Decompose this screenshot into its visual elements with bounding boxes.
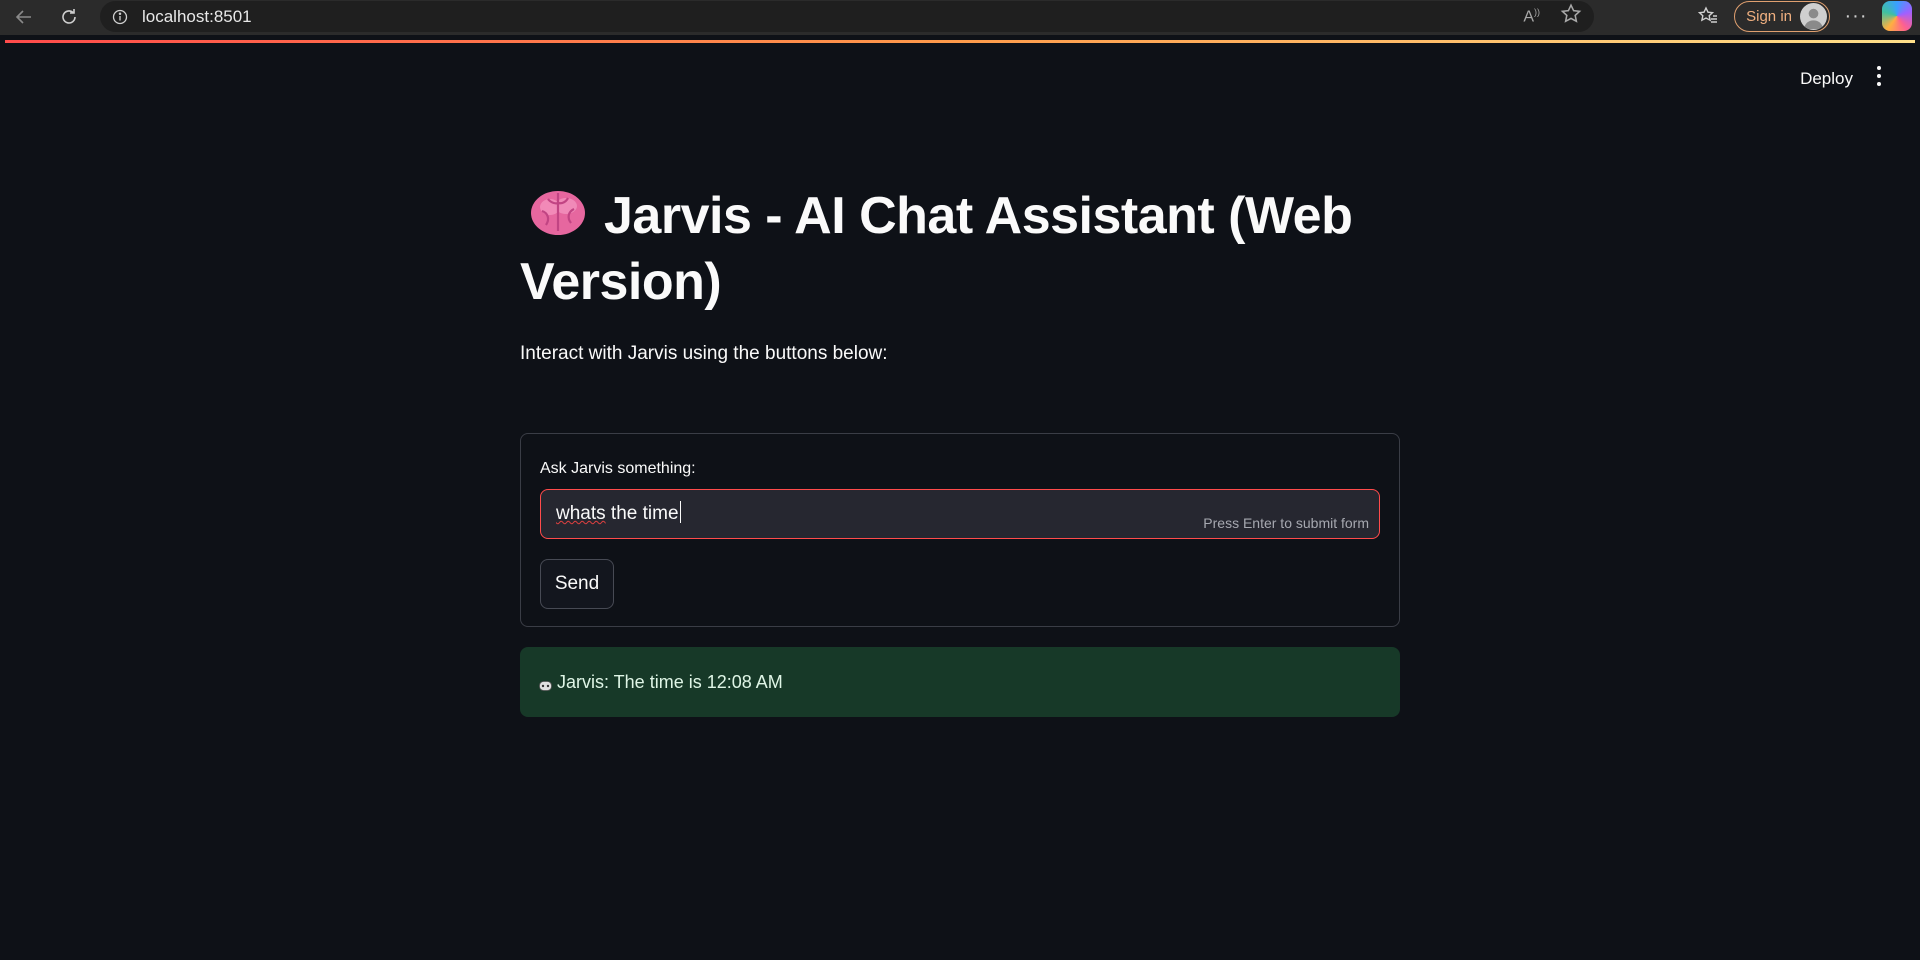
back-icon[interactable]: [6, 2, 42, 32]
url-text: localhost:8501: [142, 6, 252, 26]
favorites-icon[interactable]: [1688, 0, 1728, 32]
title-line-1: Jarvis - AI Chat Assistant (Web: [604, 187, 1353, 245]
input-value: whats the time: [556, 501, 682, 525]
reload-icon[interactable]: [51, 2, 87, 32]
info-icon[interactable]: [112, 9, 128, 25]
main-content: Jarvis - AI Chat Assistant (Web Version)…: [520, 183, 1400, 717]
browser-toolbar: localhost:8501 A)) Sign in ···: [0, 0, 1920, 35]
robot-icon: [538, 676, 553, 691]
ask-form: Ask Jarvis something: whats the time Pre…: [520, 433, 1400, 627]
submit-hint: Press Enter to submit form: [1203, 515, 1369, 531]
sign-in-label: Sign in: [1746, 7, 1792, 25]
app-container: Deploy Jarvis - AI Chat Assistant (Web V…: [5, 43, 1915, 960]
page-title: Jarvis - AI Chat Assistant (Web Version): [520, 183, 1400, 315]
input-label: Ask Jarvis something:: [540, 460, 696, 477]
send-button[interactable]: Send: [540, 559, 614, 609]
response-text: Jarvis: The time is 12:08 AM: [557, 671, 783, 692]
avatar-icon: [1800, 2, 1827, 30]
sign-in-button[interactable]: Sign in: [1734, 0, 1830, 32]
title-line-2: Version): [520, 253, 722, 311]
address-bar[interactable]: localhost:8501 A)): [100, 1, 1594, 32]
response-message: Jarvis: The time is 12:08 AM: [520, 647, 1400, 717]
brain-icon: [530, 187, 586, 235]
deploy-button[interactable]: Deploy: [1792, 65, 1861, 93]
main-menu-icon[interactable]: [1871, 63, 1887, 89]
subtitle: Interact with Jarvis using the buttons b…: [520, 343, 888, 364]
text-caret: [679, 501, 682, 523]
copilot-icon[interactable]: [1882, 1, 1912, 31]
more-icon[interactable]: ···: [1836, 0, 1876, 32]
read-aloud-icon[interactable]: A)): [1523, 7, 1540, 26]
favorite-star-icon[interactable]: [1560, 3, 1582, 30]
question-input[interactable]: whats the time Press Enter to submit for…: [540, 489, 1380, 539]
